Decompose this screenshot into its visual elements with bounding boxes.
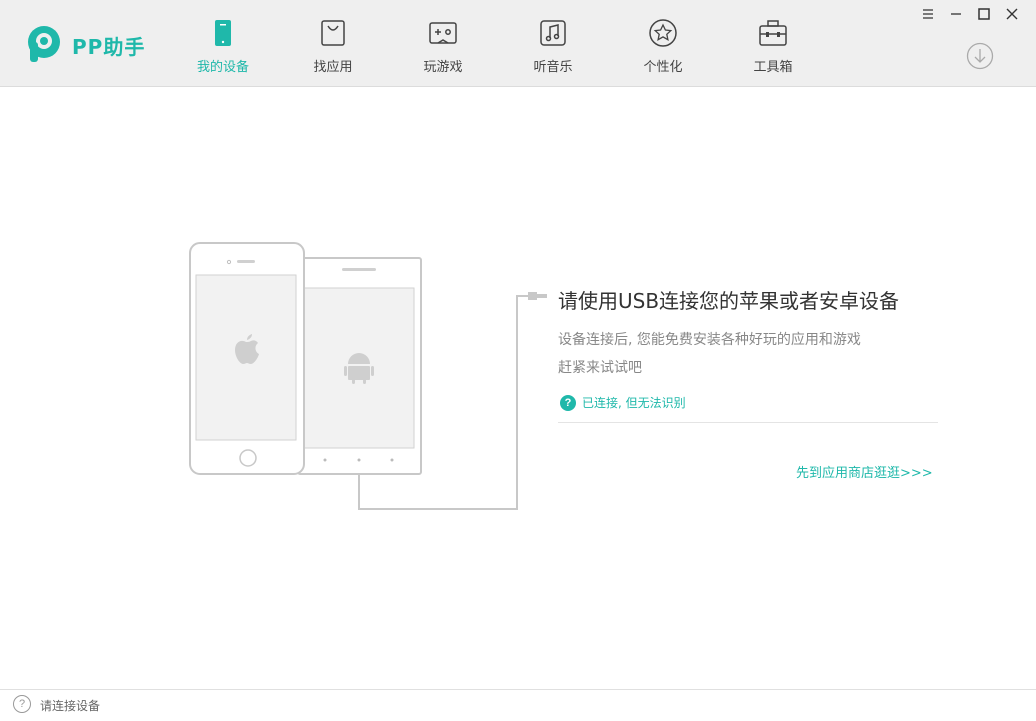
connect-title: 请使用USB连接您的苹果或者安卓设备 (558, 289, 900, 313)
close-icon[interactable] (1004, 6, 1020, 22)
tab-label: 玩游戏 (423, 60, 463, 75)
maximize-icon[interactable] (976, 6, 992, 22)
app-store-link[interactable]: 先到应用商店逛逛>>> (796, 462, 933, 481)
star-icon (649, 19, 677, 47)
phone-icon (215, 20, 231, 46)
help-icon[interactable]: ? (13, 695, 31, 713)
tab-label: 听音乐 (533, 60, 573, 75)
help-link-label: 已连接, 但无法识别 (582, 396, 686, 410)
tab-label: 我的设备 (196, 60, 249, 75)
tab-toolbox[interactable]: 工具箱 (733, 18, 813, 78)
tab-label: 工具箱 (753, 60, 793, 75)
top-header: PP助手 我的设备 找应用 玩游戏 听音乐 个性化 工具箱 (0, 0, 1036, 87)
connected-not-recognized-link[interactable]: ? 已连接, 但无法识别 (560, 392, 686, 411)
shopping-bag-icon (321, 20, 345, 46)
tab-personalize[interactable]: 个性化 (623, 18, 703, 78)
download-icon[interactable] (966, 42, 994, 70)
connect-subtitle-line2: 赶紧来试试吧 (558, 360, 642, 376)
divider (558, 422, 938, 423)
music-note-icon (540, 20, 566, 46)
tab-find-apps[interactable]: 找应用 (293, 18, 373, 78)
tab-music[interactable]: 听音乐 (513, 18, 593, 78)
menu-icon[interactable] (920, 6, 936, 22)
tab-label: 个性化 (643, 60, 683, 75)
tab-label: 找应用 (313, 60, 353, 75)
toolbox-icon (759, 20, 787, 46)
tab-my-device[interactable]: 我的设备 (183, 18, 263, 78)
status-bar (0, 689, 1036, 721)
status-text: 请连接设备 (40, 699, 101, 713)
minimize-icon[interactable] (948, 6, 964, 22)
device-illustration (189, 242, 547, 510)
app-name: PP助手 (72, 35, 146, 59)
tab-games[interactable]: 玩游戏 (403, 18, 483, 78)
help-circle-icon: ? (560, 394, 576, 411)
gamepad-icon (429, 22, 457, 44)
connect-subtitle-line1: 设备连接后, 您能免费安装各种好玩的应用和游戏 (558, 332, 861, 348)
